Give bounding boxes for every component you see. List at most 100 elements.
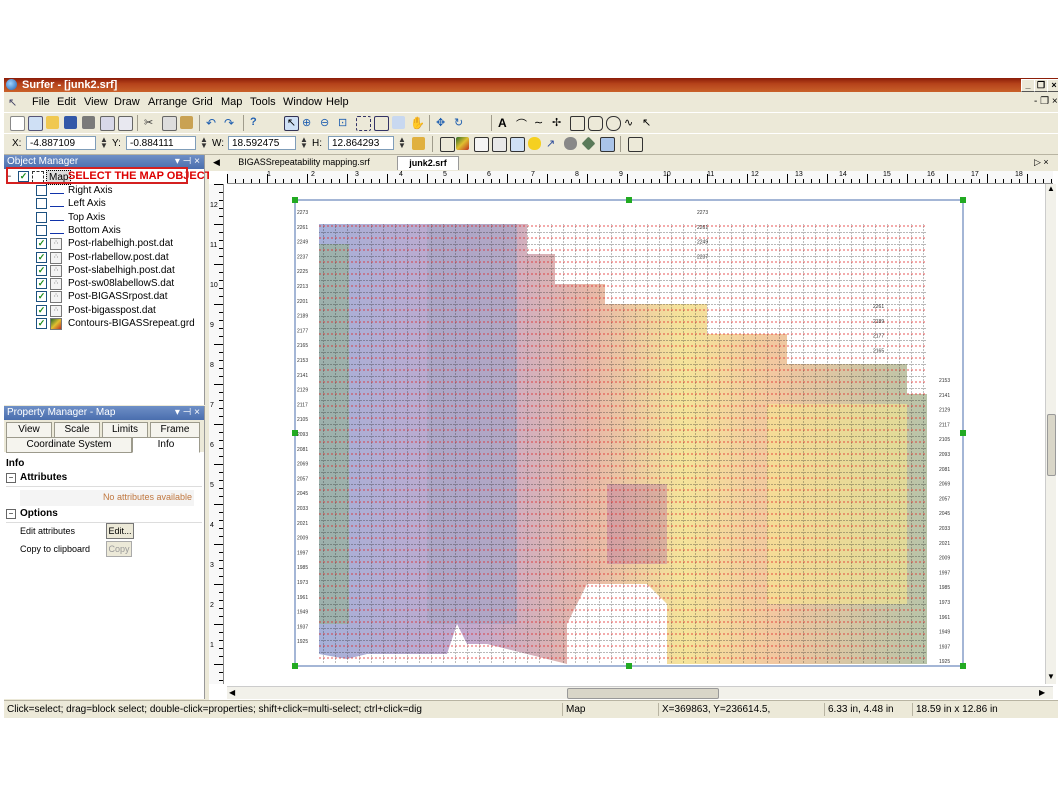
pan-icon[interactable]: ✋ [410, 116, 425, 130]
wireframe-icon[interactable] [564, 137, 577, 150]
menu-view[interactable]: View [84, 95, 108, 109]
tree-item[interactable]: ✓ ∴ Post-sw08labellowS.dat [30, 277, 200, 291]
doc-tab-junk2[interactable]: junk2.srf [397, 156, 459, 170]
copy-icon[interactable] [162, 116, 177, 131]
zoom-out-icon[interactable]: ⊖ [320, 116, 333, 129]
scroll-right-arrow-icon[interactable]: ▶ [1039, 688, 1045, 697]
rounded-rectangle-icon[interactable] [588, 116, 603, 131]
menu-edit[interactable]: Edit [57, 95, 76, 109]
visibility-checkbox[interactable] [36, 198, 47, 210]
x-spinner[interactable]: ▲ ▼ [100, 136, 108, 150]
surface-icon[interactable] [581, 136, 596, 151]
vertical-scrollbar[interactable]: ▲ ▼ [1045, 184, 1056, 684]
tree-item[interactable]: ✓ Contours-BIGASSrepeat.grd [30, 317, 200, 330]
visibility-checkbox[interactable]: ✓ [36, 251, 47, 263]
help-icon[interactable]: ? [250, 116, 263, 129]
selection-handle-ne[interactable] [960, 197, 966, 203]
menu-grid[interactable]: Grid [192, 95, 213, 109]
redo-icon[interactable]: ↷ [224, 116, 237, 130]
tree-item[interactable]: Left Axis [30, 197, 200, 210]
open-icon[interactable] [46, 116, 59, 129]
menu-arrange[interactable]: Arrange [148, 95, 187, 109]
tree-item[interactable]: Right Axis [30, 184, 200, 197]
menu-tools[interactable]: Tools [250, 95, 276, 109]
selection-handle-n[interactable] [626, 197, 632, 203]
tab-scale[interactable]: Scale [54, 422, 100, 438]
visibility-checkbox[interactable]: ✓ [36, 264, 47, 276]
tab-info[interactable]: Info [132, 437, 200, 453]
y-field[interactable]: -0.884111 [126, 136, 196, 150]
plot-document[interactable]: 1 2 3 4 5 6 7 8 9 10 11 12 13 14 15 16 17 18 12 11 10 9 8 7 6 5 4… [209, 171, 1058, 700]
image-map-icon[interactable] [510, 137, 525, 152]
tree-item[interactable]: ✓ ∴ Post-BIGASSrpost.dat [30, 290, 200, 304]
visibility-checkbox[interactable] [36, 185, 47, 196]
select-tool-icon[interactable]: ↖ [284, 116, 299, 131]
tab-limits[interactable]: Limits [102, 422, 148, 438]
new-map-icon[interactable] [440, 137, 455, 152]
menu-window[interactable]: Window [283, 95, 322, 109]
tree-item[interactable]: ✓ ∴ Post-bigasspost.dat [30, 304, 200, 317]
selection-handle-s[interactable] [626, 663, 632, 669]
contour-map-icon[interactable] [456, 137, 469, 150]
shaded-relief-icon[interactable] [528, 137, 541, 150]
tree-item[interactable]: ✓ ∴ Post-slabelhigh.post.dat [30, 264, 200, 277]
panel-close-icon[interactable]: ▾ ⊣ × [175, 406, 200, 420]
base-map-icon[interactable] [600, 137, 615, 152]
zoom-page-icon[interactable] [374, 116, 389, 131]
visibility-checkbox[interactable]: ✓ [36, 318, 47, 329]
tab-frame[interactable]: Frame [150, 422, 200, 438]
minimize-button[interactable]: _ [1021, 79, 1035, 92]
visibility-checkbox[interactable]: ✓ [36, 238, 47, 250]
menu-file[interactable]: File [32, 95, 50, 109]
rectangle-icon[interactable] [570, 116, 585, 131]
w-field[interactable]: 18.592475 [228, 136, 296, 150]
spline-icon[interactable]: ∿ [624, 116, 637, 129]
undo-icon[interactable]: ↶ [206, 116, 219, 130]
tab-view[interactable]: View [6, 422, 52, 438]
surfer-app-icon[interactable] [6, 79, 17, 90]
zoom-rect-icon[interactable]: ⊡ [338, 116, 351, 129]
vertical-scroll-thumb[interactable] [1047, 414, 1056, 476]
post-map-icon[interactable] [474, 137, 489, 152]
paste-icon[interactable] [180, 116, 193, 129]
tree-item[interactable]: ✓ ∴ Post-rlabellow.post.dat [30, 251, 200, 264]
visibility-checkbox[interactable]: ✓ [36, 278, 47, 290]
selection-handle-sw[interactable] [292, 663, 298, 669]
scroll-down-arrow-icon[interactable]: ▼ [1047, 672, 1055, 681]
selection-handle-e[interactable] [960, 430, 966, 436]
selection-handle-nw[interactable] [292, 197, 298, 203]
horizontal-scroll-thumb[interactable] [567, 688, 719, 699]
collapse-icon[interactable]: − [6, 473, 16, 483]
save-icon[interactable] [64, 116, 77, 129]
scroll-left-arrow-icon[interactable]: ◀ [229, 688, 235, 697]
w-spinner[interactable]: ▲ ▼ [300, 136, 308, 150]
doc-tab-bigass[interactable]: BIGASSrepeatability mapping.srf [229, 156, 379, 169]
h-field[interactable]: 12.864293 [328, 136, 394, 150]
tab-scroll-right-icon[interactable]: ▷ × [1034, 157, 1049, 168]
collapse-icon[interactable]: − [6, 509, 16, 519]
classed-post-icon[interactable] [492, 137, 507, 152]
zoom-extents-icon[interactable] [392, 116, 405, 129]
vector-map-icon[interactable]: ↗ [546, 137, 559, 150]
visibility-checkbox[interactable] [36, 211, 47, 223]
move-icon[interactable]: ✥ [436, 116, 449, 129]
h-spinner[interactable]: ▲ ▼ [398, 136, 406, 150]
polygon-icon[interactable]: ⌒ [516, 116, 529, 131]
new-worksheet-icon[interactable] [28, 116, 43, 131]
text-tool-icon[interactable]: A [498, 116, 511, 130]
scroll-up-arrow-icon[interactable]: ▲ [1047, 184, 1055, 193]
zoom-selected-icon[interactable] [356, 116, 371, 131]
edit-attributes-button[interactable]: Edit... [106, 523, 134, 539]
zoom-in-icon[interactable]: ⊕ [302, 116, 315, 129]
polyline-icon[interactable]: ∼ [534, 116, 547, 129]
attributes-header-row[interactable]: − Attributes [6, 472, 202, 487]
symbol-icon[interactable]: ✢ [552, 116, 565, 129]
overlay-maps-icon[interactable] [628, 137, 643, 152]
print-icon[interactable] [82, 116, 95, 129]
print-preview-icon[interactable] [100, 116, 115, 131]
page-setup-icon[interactable] [118, 116, 133, 131]
tab-scroll-left-icon[interactable]: ◀ [213, 157, 220, 168]
tree-item[interactable]: Top Axis [30, 211, 200, 224]
horizontal-scrollbar[interactable]: ◀ ▶ [227, 686, 1053, 699]
ellipse-icon[interactable] [606, 116, 621, 131]
